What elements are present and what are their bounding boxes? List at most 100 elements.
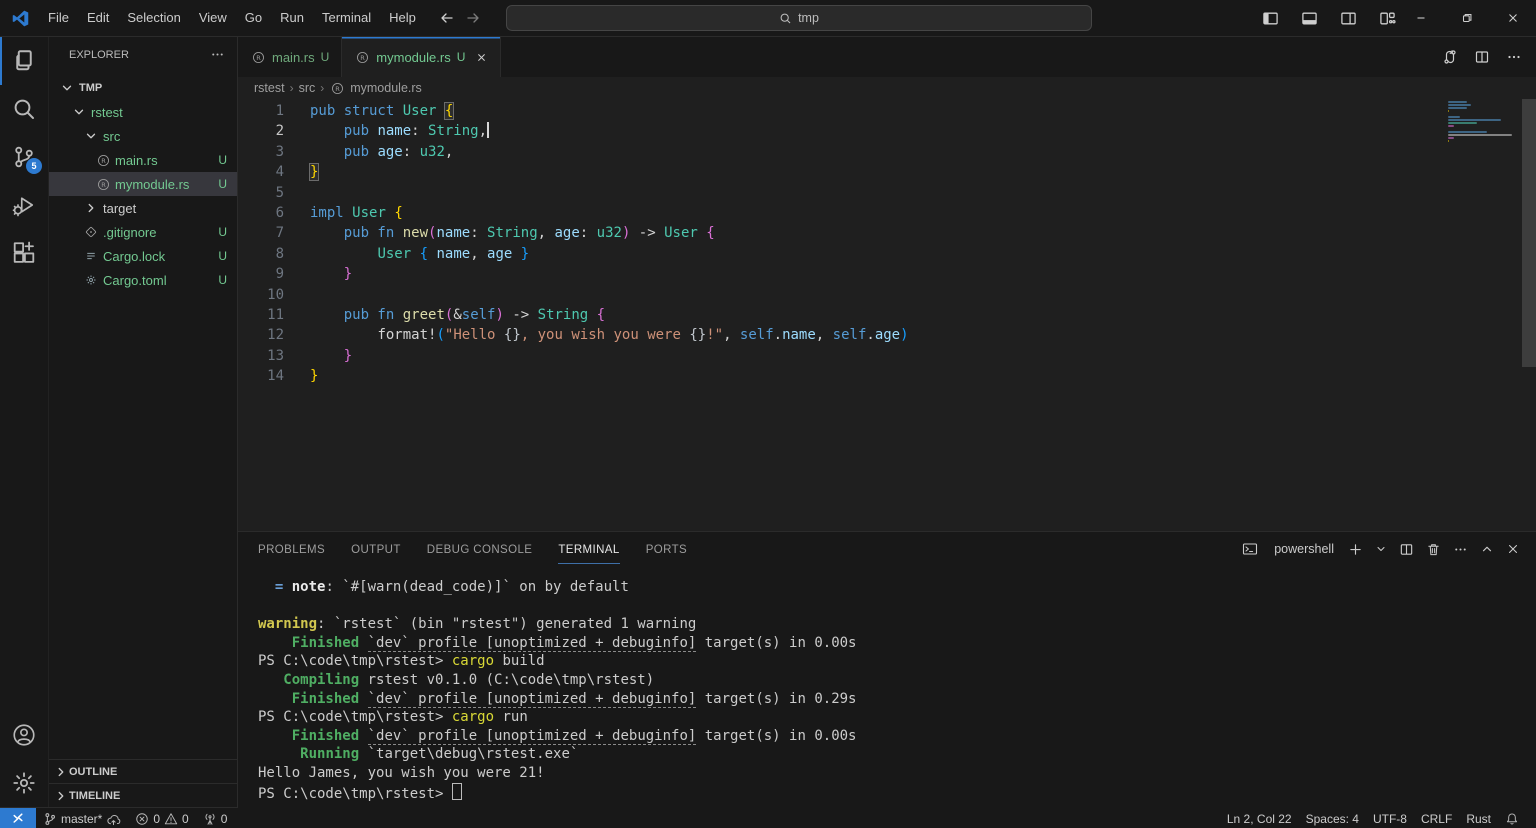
minimize-button[interactable]	[1398, 0, 1444, 36]
language-mode[interactable]: Rust	[1459, 808, 1498, 828]
tree-item-rstest[interactable]: rstest	[49, 100, 237, 124]
problems-status[interactable]: 00	[128, 808, 195, 828]
tree-item-src[interactable]: src	[49, 124, 237, 148]
menu-file[interactable]: File	[39, 0, 78, 36]
menu-view[interactable]: View	[190, 0, 236, 36]
activity-item-source-control[interactable]: 5	[0, 133, 48, 181]
restore-button[interactable]	[1444, 0, 1490, 36]
menu-help[interactable]: Help	[380, 0, 425, 36]
tab-main-rs[interactable]: Rmain.rsU	[238, 37, 342, 77]
command-center-search[interactable]: tmp	[506, 5, 1092, 31]
split-terminal-icon[interactable]	[1399, 542, 1414, 557]
maximize-panel-icon[interactable]	[1480, 542, 1494, 556]
split-editor-icon[interactable]	[1474, 49, 1490, 65]
activity-item-accounts[interactable]	[0, 711, 48, 759]
open-changes-icon[interactable]	[1442, 49, 1458, 65]
tab-mymodule-rs[interactable]: Rmymodule.rsU	[342, 37, 501, 77]
customize-layout-icon[interactable]	[1379, 10, 1396, 27]
remote-icon	[10, 811, 26, 827]
minimap-line	[1448, 125, 1454, 127]
chevron-right-icon	[53, 789, 69, 803]
explorer-more-actions-icon[interactable]	[210, 47, 225, 62]
menu-edit[interactable]: Edit	[78, 0, 118, 36]
gear-icon	[12, 771, 36, 795]
section-label: OUTLINE	[69, 766, 117, 778]
code-line: 12 format!("Hello {}, you wish you were …	[238, 325, 1536, 345]
close-tab-icon[interactable]	[475, 51, 488, 64]
shell-name[interactable]: powershell	[1274, 542, 1334, 556]
line-number: 6	[238, 203, 284, 223]
forward-arrow-icon[interactable]	[465, 10, 481, 26]
panel-more-actions-icon[interactable]	[1453, 542, 1468, 557]
toggle-panel-icon[interactable]	[1301, 10, 1318, 27]
cursor-position[interactable]: Ln 2, Col 22	[1220, 808, 1299, 828]
activity-item-extensions[interactable]	[0, 229, 48, 277]
terminal-line	[258, 597, 1536, 616]
branch-status[interactable]: master*	[36, 808, 128, 828]
indentation[interactable]: Spaces: 4	[1299, 808, 1366, 828]
code-line: 7 pub fn new(name: String, age: u32) -> …	[238, 223, 1536, 243]
minimap-line	[1448, 110, 1449, 112]
section-timeline[interactable]: TIMELINE	[49, 783, 237, 807]
terminal-output[interactable]: = note: `#[warn(dead_code)]` on by defau…	[238, 566, 1536, 808]
breadcrumb-item[interactable]: mymodule.rs	[350, 81, 422, 95]
activity-item-explorer[interactable]	[0, 37, 48, 85]
tree-item-target[interactable]: target	[49, 196, 237, 220]
panel-tab-output[interactable]: OUTPUT	[351, 535, 401, 564]
search-icon	[779, 12, 792, 25]
close-panel-icon[interactable]	[1506, 542, 1520, 556]
line-number: 8	[238, 244, 284, 264]
minimap-line	[1448, 107, 1467, 109]
menu-selection[interactable]: Selection	[118, 0, 189, 36]
terminal-dropdown-icon[interactable]	[1375, 543, 1387, 555]
kill-terminal-icon[interactable]	[1426, 542, 1441, 557]
code-text: }	[310, 366, 318, 386]
close-window-button[interactable]	[1490, 0, 1536, 36]
panel-tab-debug-console[interactable]: DEBUG CONSOLE	[427, 535, 533, 564]
toggle-sidebar-icon[interactable]	[1262, 10, 1279, 27]
panel-tab-problems[interactable]: PROBLEMS	[258, 535, 325, 564]
line-number: 5	[238, 183, 284, 203]
activity-item-settings[interactable]	[0, 759, 48, 807]
git-status-badge: U	[218, 225, 227, 239]
tree-item-Cargo-toml[interactable]: Cargo.tomlU	[49, 268, 237, 292]
minimap[interactable]	[1448, 101, 1520, 143]
explorer-sidebar: EXPLORER TMPrstestsrcRmain.rsURmymodule.…	[49, 37, 238, 807]
new-terminal-icon[interactable]	[1348, 542, 1363, 557]
panel-tab-ports[interactable]: PORTS	[646, 535, 687, 564]
sidebar-title: EXPLORER	[69, 49, 129, 61]
terminal-line: = note: `#[warn(dead_code)]` on by defau…	[258, 578, 1536, 597]
list-file-icon	[83, 250, 99, 262]
tree-item--gitignore[interactable]: .gitignoreU	[49, 220, 237, 244]
scrollbar-thumb[interactable]	[1522, 99, 1536, 367]
tree-item-main-rs[interactable]: Rmain.rsU	[49, 148, 237, 172]
toggle-secondary-sidebar-icon[interactable]	[1340, 10, 1357, 27]
tab-label: main.rs	[272, 50, 315, 65]
section-outline[interactable]: OUTLINE	[49, 759, 237, 783]
notifications-bell[interactable]	[1498, 808, 1526, 828]
menu-run[interactable]: Run	[271, 0, 313, 36]
activity-item-search[interactable]	[0, 85, 48, 133]
line-number: 10	[238, 285, 284, 305]
tree-item-Cargo-lock[interactable]: Cargo.lockU	[49, 244, 237, 268]
tree-item-mymodule-rs[interactable]: Rmymodule.rsU	[49, 172, 237, 196]
tree-item-TMP[interactable]: TMP	[49, 76, 237, 100]
ports-status[interactable]: 0	[196, 808, 235, 828]
terminal-line: Finished `dev` profile [unoptimized + de…	[258, 690, 1536, 709]
eol[interactable]: CRLF	[1414, 808, 1459, 828]
code-editor[interactable]: 1pub struct User {2 pub name: String,3 p…	[238, 99, 1536, 531]
editor-more-actions-icon[interactable]	[1506, 49, 1522, 65]
editor-scrollbar[interactable]	[1522, 99, 1536, 531]
activity-item-run-debug[interactable]	[0, 181, 48, 229]
back-arrow-icon[interactable]	[439, 10, 455, 26]
breadcrumb-item[interactable]: src	[299, 81, 316, 95]
breadcrumb-item[interactable]: rstest	[254, 81, 285, 95]
line-number: 4	[238, 162, 284, 182]
encoding[interactable]: UTF-8	[1366, 808, 1414, 828]
panel-tab-terminal[interactable]: TERMINAL	[558, 535, 619, 564]
menu-terminal[interactable]: Terminal	[313, 0, 380, 36]
minimap-line	[1448, 140, 1449, 142]
menu-go[interactable]: Go	[236, 0, 271, 36]
code-line: 4}	[238, 162, 1536, 182]
remote-indicator[interactable]	[0, 808, 36, 828]
